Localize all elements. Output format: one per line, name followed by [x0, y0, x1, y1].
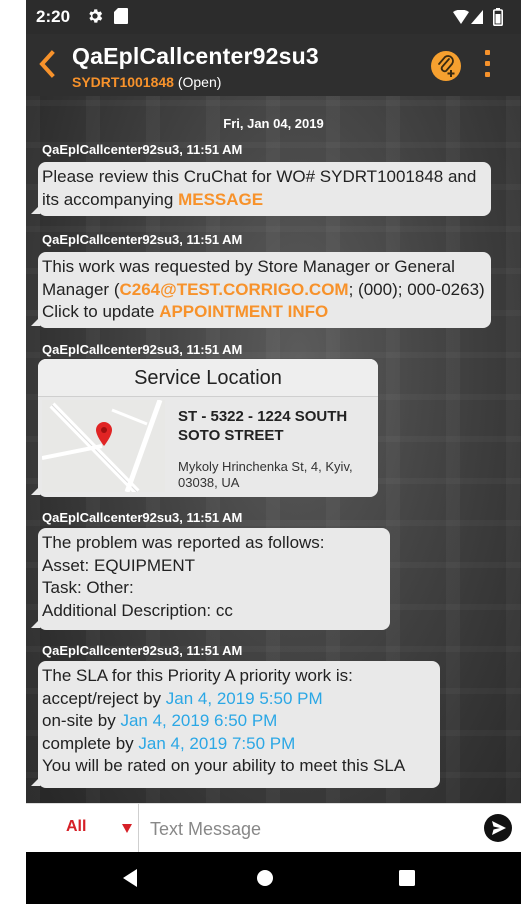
message-link[interactable]: MESSAGE — [178, 190, 263, 209]
attachment-add-button[interactable] — [431, 51, 461, 81]
email-link[interactable]: C264@TEST.CORRIGO.COM — [119, 280, 348, 299]
more-vert-icon[interactable] — [484, 50, 492, 82]
wifi-icon — [453, 10, 469, 24]
work-order-subtitle: SYDRT1001848 (Open) — [72, 74, 221, 90]
asset-label: Asset: — [42, 555, 90, 575]
nav-back-icon[interactable] — [121, 868, 139, 888]
map-thumbnail — [42, 400, 165, 492]
location-address: Mykoly Hrinchenka St, 4, Kyiv, 03038, UA — [178, 459, 353, 490]
location-name: ST - 5322 - 1224 SOUTH SOTO STREET — [178, 408, 348, 444]
sla-onsite-label: on-site by — [42, 711, 121, 730]
work-order-number[interactable]: SYDRT1001848 — [72, 74, 174, 90]
location-map[interactable] — [42, 400, 165, 492]
status-bar: 2:20 — [26, 0, 521, 34]
description-label: Additional Description: — [42, 600, 212, 620]
send-icon[interactable] — [484, 814, 512, 842]
message-sender: QaEplCallcenter92su3, 11:51 AM — [42, 142, 243, 157]
message-sender: QaEplCallcenter92su3, 11:51 AM — [42, 510, 243, 525]
signal-icon — [471, 10, 483, 24]
battery-icon — [493, 8, 503, 26]
sla-accept-time[interactable]: Jan 4, 2019 5:50 PM — [166, 689, 323, 708]
sla-intro: The SLA for this Priority A priority wor… — [42, 666, 353, 685]
back-arrow-icon[interactable] — [36, 48, 58, 80]
date-separator: Fri, Jan 04, 2019 — [223, 116, 324, 131]
message-bubble: This work was requested by Store Manager… — [31, 252, 491, 328]
message-sender: QaEplCallcenter92su3, 11:51 AM — [42, 342, 243, 357]
appointment-info-link[interactable]: APPOINTMENT INFO — [159, 302, 328, 321]
message-composer: All — [26, 803, 521, 852]
sla-accept-label: accept/reject by — [42, 688, 166, 708]
sla-complete-label: complete by — [42, 733, 139, 753]
service-location-card[interactable]: Service Location ST - 5322 - 1224 SOUTH … — [31, 359, 378, 497]
work-order-status: (Open) — [177, 74, 222, 90]
app-bar: QaEplCallcenter92su3 SYDRT1001848 (Open) — [26, 34, 521, 96]
recipient-filter-dropdown[interactable]: All — [26, 804, 139, 852]
service-location-title: Service Location — [38, 359, 378, 397]
sla-footer: You will be rated on your ability to mee… — [42, 756, 406, 775]
nav-recents-icon[interactable] — [399, 870, 415, 886]
message-text: Click to update — [42, 302, 160, 321]
message-bubble: The SLA for this Priority A priority wor… — [31, 661, 440, 788]
filter-value: All — [66, 818, 87, 835]
nav-home-icon[interactable] — [256, 869, 274, 887]
status-time: 2:20 — [36, 7, 71, 26]
dropdown-caret-icon — [122, 824, 132, 833]
sla-complete-time[interactable]: Jan 4, 2019 7:50 PM — [138, 734, 295, 753]
message-sender: QaEplCallcenter92su3, 11:51 AM — [42, 232, 243, 247]
message-input[interactable] — [148, 814, 472, 844]
sla-onsite-time[interactable]: Jan 4, 2019 6:50 PM — [120, 711, 277, 730]
message-text: ; (000); 000-0263) — [348, 279, 485, 299]
message-bubble: The problem was reported as follows: Ass… — [31, 528, 390, 630]
message-sender: QaEplCallcenter92su3, 11:51 AM — [42, 643, 243, 658]
map-pin-icon — [96, 422, 112, 446]
task-label: Task: — [42, 578, 82, 597]
message-bubble: Please review this CruChat for WO# SYDRT… — [31, 162, 491, 216]
description-value: cc — [215, 600, 233, 620]
gear-icon — [89, 9, 103, 23]
chat-title: QaEplCallcenter92su3 — [72, 43, 319, 69]
phone-screen: 2:20 QaEplCallcenter92su3 SYDRT1001848 (… — [26, 0, 521, 904]
system-nav-bar — [26, 852, 521, 904]
attachment-add-icon — [438, 55, 455, 77]
asset-value: EQUIPMENT — [93, 555, 196, 575]
problem-intro: The problem was reported as follows: — [42, 533, 325, 552]
task-value: Other: — [86, 578, 134, 597]
sd-card-icon — [114, 8, 128, 24]
